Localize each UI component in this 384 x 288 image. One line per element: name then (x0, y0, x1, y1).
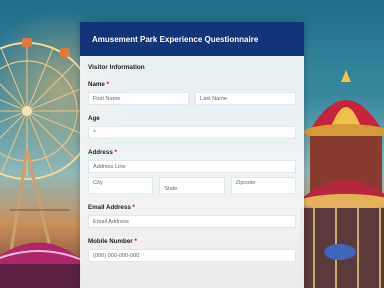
mobile-input[interactable]: (000) 000-000-000 (88, 249, 296, 262)
form-title: Amusement Park Experience Questionnaire (92, 34, 259, 44)
first-name-input[interactable]: First Name (88, 92, 189, 105)
questionnaire-form: Amusement Park Experience Questionnaire … (80, 22, 304, 288)
state-select[interactable]: State (159, 177, 225, 194)
age-select[interactable]: ^ (88, 126, 296, 139)
name-label-text: Name (88, 81, 105, 88)
section-title: Visitor Information (88, 64, 145, 71)
zipcode-input[interactable]: Zipcode (230, 177, 296, 194)
address-label-text: Address (88, 149, 113, 156)
address-label: Address * (88, 149, 296, 156)
required-mark: * (114, 149, 117, 156)
required-mark: * (134, 238, 137, 245)
required-mark: * (132, 204, 135, 211)
last-name-input[interactable]: Last Name (195, 92, 296, 105)
tent-image (0, 242, 83, 288)
age-label: Age (88, 115, 296, 122)
form-header: Amusement Park Experience Questionnaire (80, 22, 304, 56)
required-mark: * (106, 81, 110, 88)
city-input[interactable]: City (88, 177, 154, 194)
address-line-input[interactable]: Address Line (88, 160, 296, 173)
email-label-text: Email Address (88, 204, 131, 211)
address-row: City State Zipcode (88, 177, 296, 194)
mobile-label: Mobile Number * (88, 238, 296, 245)
email-input[interactable]: Email Address (88, 215, 296, 228)
age-label-text: Age (88, 115, 100, 122)
form-body: Visitor Information Name * First Name La… (80, 56, 304, 262)
chevron-up-icon: ^ (93, 129, 96, 136)
email-label: Email Address * (88, 204, 296, 211)
name-row: First Name Last Name (88, 92, 296, 105)
carousel-image (300, 70, 384, 288)
mobile-label-text: Mobile Number (88, 238, 133, 245)
name-label: Name * (88, 81, 296, 88)
